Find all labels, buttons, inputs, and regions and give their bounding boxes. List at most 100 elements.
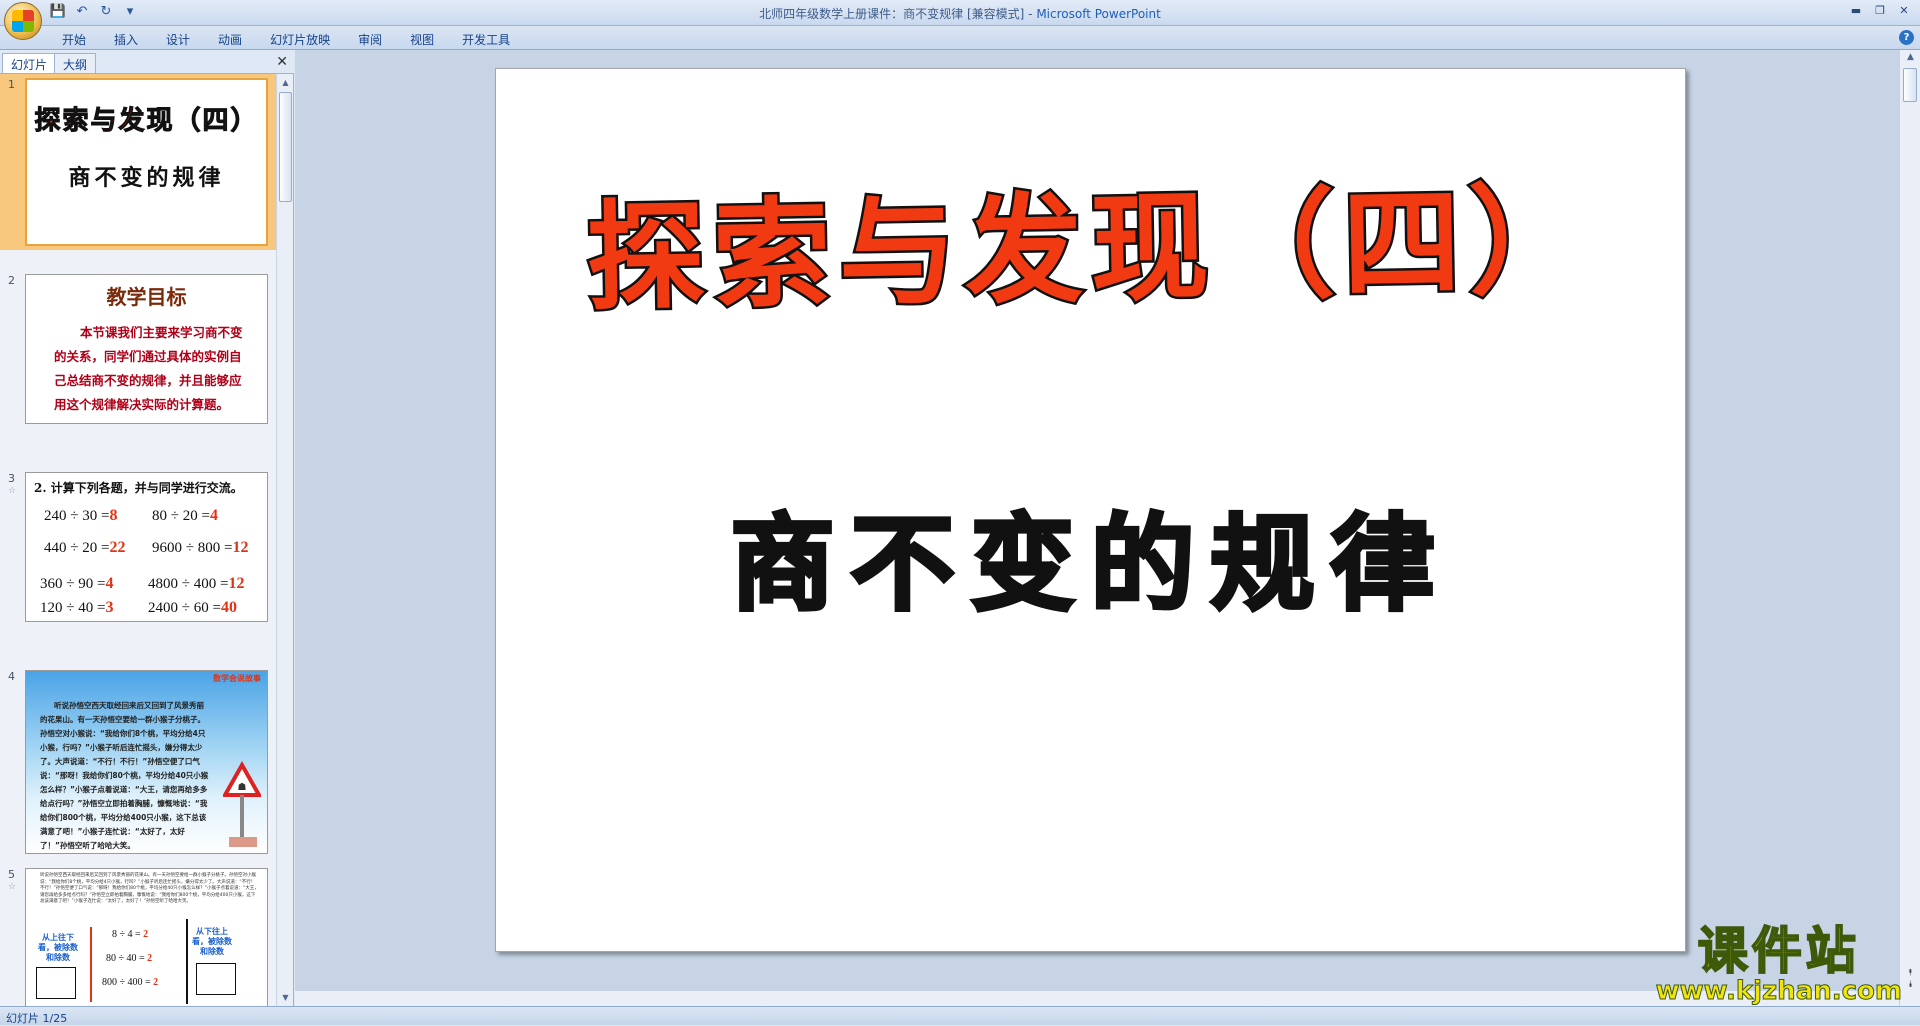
- tab-slideshow[interactable]: 幻灯片放映: [256, 29, 344, 50]
- next-slide-icon[interactable]: ⯯: [1903, 980, 1918, 990]
- slide-thumbnail[interactable]: 数学会说故事 听说孙悟空西天取经回来后又回到了风景秀丽的花果山。有一天孙悟空要给…: [25, 670, 268, 854]
- down-arrow-icon: [90, 927, 92, 1002]
- thumb-story: 听说孙悟空西天取经回来后又回到了风景秀丽的花果山。有一天孙悟空要给一群小猴子分桃…: [40, 873, 259, 904]
- slide-title[interactable]: 探索与发现（四）: [495, 143, 1687, 335]
- slide-thumb-item[interactable]: 3 ☆ 2. 计算下列各题，并与同学进行交流。 240 ÷ 30 =8 80 ÷…: [0, 468, 276, 644]
- scroll-thumb[interactable]: [279, 92, 292, 202]
- tab-insert[interactable]: 插入: [100, 29, 152, 50]
- minimize-icon[interactable]: ▬: [1844, 1, 1868, 19]
- close-icon[interactable]: ✕: [1892, 1, 1916, 19]
- svg-text:☗: ☗: [238, 782, 247, 793]
- equation-text: 4800 ÷ 400 =: [148, 576, 229, 592]
- slide-thumbnails: 1 探索与发现（四） 商不变的规律 2 教学目标 本节课我们主要来学习商不变的关…: [0, 74, 276, 1006]
- equation-answer: 2: [153, 977, 159, 988]
- equation-text: 440 ÷ 20 =: [44, 540, 110, 556]
- equation-answer: 12: [228, 575, 245, 592]
- slide-number: 1: [8, 78, 15, 91]
- tab-design[interactable]: 设计: [152, 29, 204, 50]
- scroll-up-icon[interactable]: ▲: [1903, 52, 1918, 62]
- equation: 240 ÷ 30 =8: [44, 507, 117, 525]
- slide-number: 4: [8, 670, 15, 683]
- equation: 800 ÷ 400 = 2: [102, 977, 158, 988]
- answer-box: [36, 967, 76, 999]
- equation-text: 360 ÷ 90 =: [40, 576, 106, 592]
- animation-star-icon: ☆: [8, 486, 17, 496]
- current-slide[interactable]: 探索与发现（四） 商不变的规律: [495, 68, 1686, 952]
- slide-number: 2: [8, 274, 15, 287]
- equation-answer: 2: [147, 953, 153, 964]
- thumb-title: 教学目标: [106, 285, 187, 309]
- thumb-tag: 数学会说故事: [213, 674, 261, 683]
- previous-slide-icon[interactable]: ⯭: [1903, 968, 1918, 978]
- thumb-heading: 2. 计算下列各题，并与同学进行交流。: [34, 481, 243, 495]
- equation-answer: 22: [109, 539, 126, 556]
- slide-thumb-item[interactable]: 1 探索与发现（四） 商不变的规律: [0, 74, 276, 250]
- document-title: 北师四年级数学上册课件：商不变规律 [兼容模式]: [759, 7, 1025, 21]
- equation-text: 120 ÷ 40 =: [40, 600, 106, 616]
- tab-review[interactable]: 审阅: [344, 29, 396, 50]
- watermark-name: 课件站: [1697, 921, 1860, 980]
- tab-outline[interactable]: 大纲: [54, 53, 97, 73]
- panel-tabs: 幻灯片 大纲 ✕: [0, 50, 294, 74]
- slides-panel: 幻灯片 大纲 ✕ 1 探索与发现（四） 商不变的规律 2 教学目标 本节课我们主…: [0, 50, 294, 1006]
- up-arrow-icon: [186, 919, 188, 1004]
- equation-text: 2400 ÷ 60 =: [148, 600, 221, 616]
- equation-text: 8 ÷ 4 =: [112, 929, 141, 940]
- slide-thumbnail[interactable]: 探索与发现（四） 商不变的规律: [25, 78, 268, 246]
- slide-editor: 探索与发现（四） 商不变的规律: [295, 50, 1899, 990]
- equation-answer: 4: [105, 575, 114, 592]
- office-button[interactable]: [4, 2, 42, 40]
- slide-thumbnail[interactable]: 2. 计算下列各题，并与同学进行交流。 240 ÷ 30 =8 80 ÷ 20 …: [25, 472, 268, 622]
- watermark-url: www.kjzhan.com: [1655, 976, 1902, 1006]
- slide-number: 5: [8, 868, 15, 881]
- window-title: 北师四年级数学上册课件：商不变规律 [兼容模式] - Microsoft Pow…: [0, 5, 1920, 22]
- slide-thumb-item[interactable]: 5 ☆ 听说孙悟空西天取经回来后又回到了风景秀丽的花果山。有一天孙悟空要给一群小…: [0, 864, 276, 1006]
- scroll-thumb[interactable]: [1903, 68, 1917, 102]
- slide-thumb-item[interactable]: 4 数学会说故事 听说孙悟空西天取经回来后又回到了风景秀丽的花果山。有一天孙悟空…: [0, 666, 276, 854]
- equation-text: 800 ÷ 400 =: [102, 977, 151, 988]
- equation: 4800 ÷ 400 =12: [148, 575, 244, 593]
- tab-home[interactable]: 开始: [48, 29, 100, 50]
- slide-thumbnail[interactable]: 教学目标 本节课我们主要来学习商不变的关系，同学们通过具体的实例自己总结商不变的…: [25, 274, 268, 424]
- thumb-label-right: 从下往上看，被除数和除数: [192, 927, 232, 956]
- site-watermark: 课件站 www.kjzhan.com: [1655, 921, 1902, 1006]
- close-panel-icon[interactable]: ✕: [276, 54, 288, 70]
- animation-star-icon: ☆: [8, 882, 17, 892]
- thumb-label-left: 从上往下看，被除数和除数: [38, 933, 78, 962]
- ribbon: 开始 插入 设计 动画 幻灯片放映 审阅 视图 开发工具 ?: [0, 26, 1920, 50]
- equation-text: 80 ÷ 40 =: [106, 953, 145, 964]
- title-separator: -: [1024, 7, 1037, 21]
- equation-text: 240 ÷ 30 =: [44, 508, 110, 524]
- equation: 80 ÷ 40 = 2: [106, 953, 152, 964]
- thumb-story: 听说孙悟空西天取经回来后又回到了风景秀丽的花果山。有一天孙悟空要给一群小猴子分桃…: [40, 701, 209, 850]
- equation-answer: 2: [143, 929, 149, 940]
- window-controls: ▬ ❐ ✕: [1844, 1, 1916, 19]
- scroll-up-icon[interactable]: ▲: [278, 75, 293, 90]
- slide-thumbnail[interactable]: 听说孙悟空西天取经回来后又回到了风景秀丽的花果山。有一天孙悟空要给一群小猴子分桃…: [25, 868, 268, 1006]
- equation-answer: 4: [209, 507, 218, 524]
- tab-developer[interactable]: 开发工具: [448, 29, 524, 50]
- equation-answer: 8: [109, 507, 118, 524]
- restore-icon[interactable]: ❐: [1868, 1, 1892, 19]
- ribbon-tabs: 开始 插入 设计 动画 幻灯片放映 审阅 视图 开发工具: [48, 29, 524, 50]
- thumbnails-scrollbar[interactable]: ▲ ▼: [276, 74, 293, 1006]
- equation: 2400 ÷ 60 =40: [148, 599, 237, 617]
- slide-subtitle[interactable]: 商不变的规律: [496, 479, 1685, 630]
- office-logo-icon: [12, 10, 34, 32]
- editor-scrollbar[interactable]: ▲ ⯭ ⯯: [1899, 50, 1920, 1006]
- equation: 120 ÷ 40 =3: [40, 599, 113, 617]
- equation: 8 ÷ 4 = 2: [112, 929, 148, 940]
- equation-text: 9600 ÷ 800 =: [152, 540, 233, 556]
- slide-number: 3: [8, 472, 15, 485]
- tab-animations[interactable]: 动画: [204, 29, 256, 50]
- slide-thumb-item[interactable]: 2 教学目标 本节课我们主要来学习商不变的关系，同学们通过具体的实例自己总结商不…: [0, 270, 276, 446]
- tab-view[interactable]: 视图: [396, 29, 448, 50]
- equation: 440 ÷ 20 =22: [44, 539, 125, 557]
- thumb-title: 探索与发现（四）: [34, 106, 259, 137]
- scroll-down-icon[interactable]: ▼: [278, 990, 293, 1005]
- equation: 80 ÷ 20 =4: [152, 507, 218, 525]
- tab-slides[interactable]: 幻灯片: [2, 53, 57, 73]
- equation-answer: 40: [220, 599, 237, 616]
- title-bar: 💾 ↶ ↻ ▾ 北师四年级数学上册课件：商不变规律 [兼容模式] - Micro…: [0, 0, 1920, 26]
- help-icon[interactable]: ?: [1899, 30, 1914, 45]
